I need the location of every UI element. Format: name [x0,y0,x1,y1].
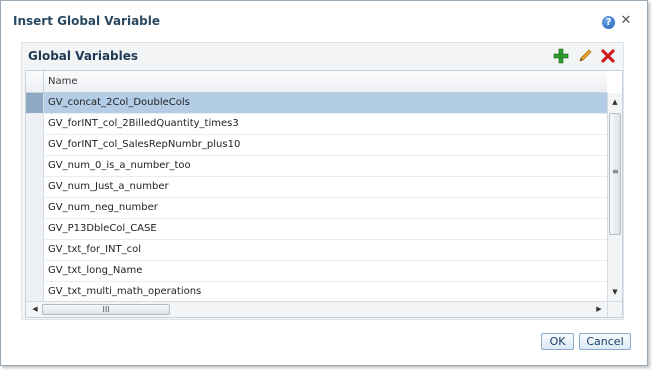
row-header-cell[interactable] [26,282,44,302]
edit-pencil-icon[interactable] [577,48,593,64]
scrollbar-corner [607,301,622,317]
table-header: Name [26,71,607,93]
variable-name-cell: GV_num_0_is_a_number_too [48,160,191,171]
scroll-right-arrow-icon[interactable]: ▶ [592,302,606,317]
table-row[interactable]: GV_num_neg_number [26,198,607,219]
variable-name-cell: GV_num_neg_number [48,202,158,213]
table-row[interactable]: GV_P13DbleCol_CASE [26,219,607,240]
variable-name-cell: GV_forINT_col_SalesRepNumbr_plus10 [48,139,241,150]
variable-name-cell: GV_txt_multi_math_operations [48,286,202,297]
variable-name-cell: GV_txt_long_Name [48,265,143,276]
variables-table: Name GV_concat_2Col_DoubleCols GV_forINT_… [25,70,623,318]
variable-name-cell: GV_txt_for_INT_col [48,244,142,255]
scroll-up-arrow-icon[interactable]: ▲ [608,95,622,109]
cancel-button[interactable]: Cancel [579,333,631,350]
table-row[interactable]: GV_txt_long_Name [26,261,607,282]
delete-x-icon[interactable] [600,48,616,64]
table-row[interactable]: GV_forINT_col_SalesRepNumbr_plus10 [26,135,607,156]
table-body: GV_concat_2Col_DoubleCols GV_forINT_col_2… [26,93,607,303]
row-header-cell[interactable] [26,240,44,260]
table-row[interactable]: GV_num_0_is_a_number_too [26,156,607,177]
table-row[interactable]: GV_txt_for_INT_col [26,240,607,261]
global-variables-panel: Global Variables Name GV_concat_2Col_Dou… [21,42,624,320]
variable-name-cell: GV_forINT_col_2BilledQuantity_times3 [48,118,239,129]
row-header-column [26,71,44,93]
insert-global-variable-dialog: Insert Global Variable ? ✕ Global Variab… [0,0,648,366]
horizontal-scrollbar[interactable]: ◀ III ▶ [26,301,607,317]
row-header-cell[interactable] [26,114,44,134]
row-header-cell[interactable] [26,261,44,281]
dialog-title: Insert Global Variable [13,14,161,28]
row-header-cell[interactable] [26,156,44,176]
column-header-name[interactable]: Name [48,76,78,87]
row-header-cell[interactable] [26,135,44,155]
table-row[interactable]: GV_forINT_col_2BilledQuantity_times3 [26,114,607,135]
table-row[interactable]: GV_num_Just_a_number [26,177,607,198]
table-row[interactable]: GV_concat_2Col_DoubleCols [26,93,607,114]
add-icon[interactable] [553,48,569,64]
horizontal-scroll-thumb[interactable]: III [42,304,170,315]
dialog-titlebar: Insert Global Variable ? ✕ [1,1,647,41]
row-header-cell[interactable] [26,219,44,239]
variable-name-cell: GV_concat_2Col_DoubleCols [48,97,190,108]
ok-button[interactable]: OK [541,333,574,350]
help-icon[interactable]: ? [602,16,615,29]
row-header-cell[interactable] [26,198,44,218]
variable-name-cell: GV_num_Just_a_number [48,181,169,192]
grip-icon: ≡ [612,167,619,176]
scroll-down-arrow-icon[interactable]: ▼ [608,285,622,299]
vertical-scroll-thumb[interactable]: ≡ [609,113,621,235]
row-header-cell[interactable] [26,93,44,113]
scroll-left-arrow-icon[interactable]: ◀ [28,302,42,317]
vertical-scrollbar[interactable]: ▲ ≡ ▼ [607,93,622,301]
panel-title: Global Variables [28,49,139,63]
variable-name-cell: GV_P13DbleCol_CASE [48,223,157,234]
close-icon[interactable]: ✕ [620,14,632,28]
row-header-cell[interactable] [26,177,44,197]
table-row[interactable]: GV_txt_multi_math_operations [26,282,607,303]
